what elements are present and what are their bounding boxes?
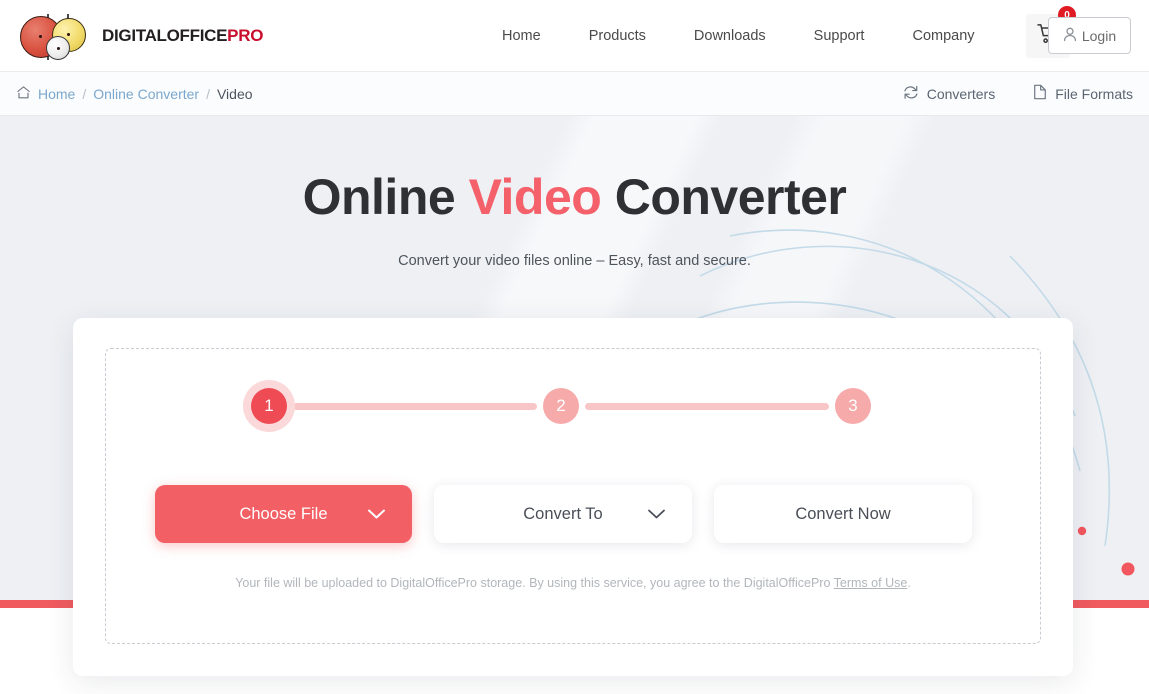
main-navigation: Home Products Downloads Support Company [478, 0, 999, 72]
page-title: Online Video Converter [0, 168, 1149, 226]
page-title-after: Converter [601, 169, 847, 225]
page-root: DIGITALOFFICEPRO Home Products Downloads… [0, 0, 1149, 694]
page-title-accent: Video [468, 169, 602, 225]
upload-disclaimer-end: . [907, 576, 911, 590]
file-formats-link[interactable]: File Formats [1033, 84, 1133, 103]
convert-now-button[interactable]: Convert Now [714, 485, 972, 543]
home-icon[interactable] [16, 85, 31, 103]
convert-to-button[interactable]: Convert To [434, 485, 692, 543]
breadcrumb-separator-2: / [206, 85, 210, 102]
file-formats-label: File Formats [1055, 85, 1133, 102]
breadcrumb-bar: Home / Online Converter / Video Converte… [0, 72, 1149, 116]
converters-link[interactable]: Converters [903, 85, 995, 103]
step-connector-1 [293, 402, 537, 410]
brand-logo[interactable]: DIGITALOFFICEPRO [18, 11, 263, 61]
step-3-number: 3 [848, 396, 858, 415]
step-2[interactable]: 2 [543, 388, 579, 424]
upload-disclaimer-text: Your file will be uploaded to DigitalOff… [235, 576, 834, 590]
nav-item-products[interactable]: Products [565, 28, 670, 44]
login-label: Login [1081, 27, 1117, 44]
breadcrumb-separator-1: / [82, 85, 87, 102]
chevron-down-icon [367, 508, 386, 520]
converters-label: Converters [926, 85, 996, 102]
site-header: DIGITALOFFICEPRO Home Products Downloads… [0, 0, 1149, 72]
nav-item-company[interactable]: Company [888, 28, 998, 44]
step-2-number: 2 [556, 396, 566, 415]
page-subtitle: Convert your video files online – Easy, … [398, 253, 751, 269]
convert-now-label: Convert Now [795, 504, 891, 523]
breadcrumb: Home / Online Converter / Video [16, 85, 253, 103]
converter-card: 1 2 3 Choose File Convert To Convert Now… [73, 318, 1073, 676]
page-title-before: Online [302, 169, 469, 225]
brand-name: DIGITALOFFICEPRO [102, 26, 263, 46]
breadcrumb-item-online-converter[interactable]: Online Converter [93, 86, 199, 102]
choose-file-button[interactable]: Choose File [155, 485, 412, 543]
login-button[interactable]: Login [1048, 17, 1131, 54]
nav-item-downloads[interactable]: Downloads [670, 28, 790, 44]
nav-item-home[interactable]: Home [478, 28, 565, 44]
chevron-down-icon [647, 508, 666, 520]
convert-to-label: Convert To [523, 504, 603, 523]
step-3[interactable]: 3 [835, 388, 871, 424]
converter-controls: Choose File Convert To Convert Now [155, 485, 991, 543]
breadcrumb-item-video: Video [216, 85, 253, 102]
choose-file-label: Choose File [239, 504, 328, 523]
brand-name-red: PRO [227, 26, 264, 45]
step-indicator: 1 2 3 [251, 380, 871, 432]
breadcrumb-actions: Converters File Formats [903, 84, 1133, 103]
three-circles-logo-icon [18, 12, 94, 60]
step-connector-2 [585, 402, 829, 410]
document-icon [1033, 84, 1047, 103]
step-1-number: 1 [264, 396, 274, 415]
upload-disclaimer: Your file will be uploaded to DigitalOff… [73, 576, 1073, 590]
breadcrumb-item-home[interactable]: Home [38, 86, 75, 102]
terms-of-use-link[interactable]: Terms of Use [834, 576, 908, 590]
user-icon [1063, 27, 1077, 45]
step-1[interactable]: 1 [251, 388, 287, 424]
refresh-icon [903, 85, 919, 103]
brand-name-dark: DIGITALOFFICE [102, 26, 228, 45]
nav-item-support[interactable]: Support [790, 28, 889, 44]
